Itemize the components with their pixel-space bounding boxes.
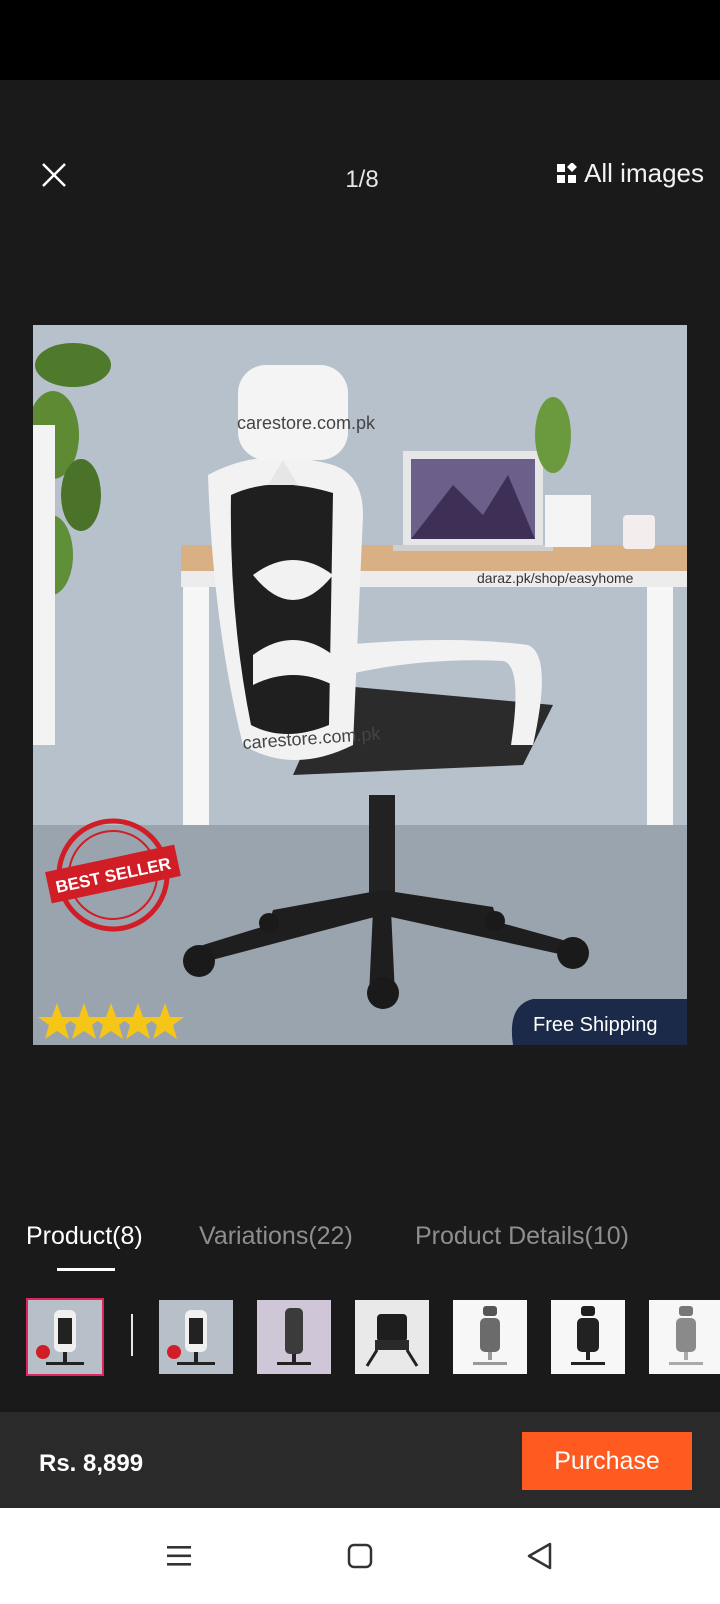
purchase-button[interactable]: Purchase xyxy=(522,1432,692,1490)
tab-indicator xyxy=(57,1268,115,1271)
thumbnail-5[interactable] xyxy=(453,1300,527,1374)
price: Rs. 8,899 xyxy=(39,1450,144,1477)
free-shipping-text: Free Shipping xyxy=(533,1014,658,1036)
all-images-button[interactable]: All images xyxy=(556,158,704,189)
menu-icon xyxy=(167,1546,191,1566)
tab-variations[interactable]: Variations(22) xyxy=(199,1222,353,1251)
nav-back-button[interactable] xyxy=(518,1534,562,1578)
laptop xyxy=(393,451,553,551)
purchase-bar: Rs. 8,899 Purchase xyxy=(0,1412,720,1508)
tab-product[interactable]: Product(8) xyxy=(26,1222,143,1251)
image-counter: 1/8 xyxy=(345,166,379,193)
thumbnail-3[interactable] xyxy=(257,1300,331,1374)
watermark-top: carestore.com.pk xyxy=(237,413,376,433)
close-button[interactable] xyxy=(34,155,74,195)
thumbnail-2[interactable] xyxy=(159,1300,233,1374)
thumbnail-6[interactable] xyxy=(551,1300,625,1374)
tab-product-details[interactable]: Product Details(10) xyxy=(415,1222,629,1251)
shop-url: daraz.pk/shop/easyhome xyxy=(477,570,634,586)
close-icon xyxy=(42,163,66,187)
system-nav-bar xyxy=(0,1508,720,1604)
home-square-icon xyxy=(347,1543,373,1569)
thumbnail-divider xyxy=(131,1314,133,1356)
thumbnail-strip xyxy=(0,1298,720,1376)
thumbnail-7[interactable] xyxy=(649,1300,720,1374)
product-main-image[interactable]: daraz.pk/shop/easyhome carestore.com.pk … xyxy=(33,325,687,1045)
thumbnail-4[interactable] xyxy=(355,1300,429,1374)
nav-home-button[interactable] xyxy=(338,1534,382,1578)
thumbnail-1[interactable] xyxy=(26,1298,104,1376)
back-triangle-icon xyxy=(527,1542,552,1570)
grid-icon xyxy=(557,162,578,183)
nav-menu-button[interactable] xyxy=(158,1534,202,1578)
media-tabs: Product(8) Variations(22) Product Detail… xyxy=(0,1210,720,1280)
status-bar xyxy=(0,0,720,80)
all-images-label: All images xyxy=(584,158,704,188)
